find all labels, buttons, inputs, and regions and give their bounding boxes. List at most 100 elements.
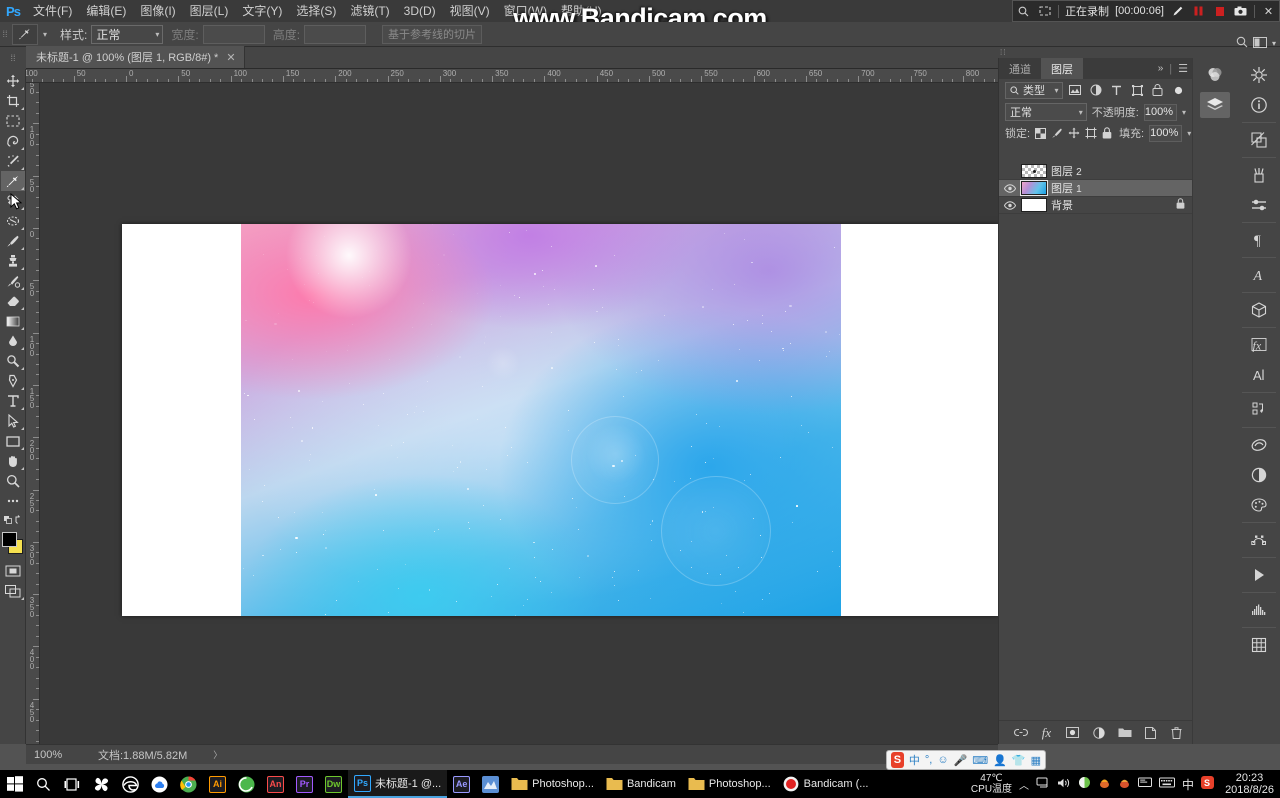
- eraser-tool[interactable]: [1, 291, 25, 311]
- close-icon[interactable]: ✕: [1261, 4, 1276, 19]
- swatches-palette-icon[interactable]: [1244, 492, 1274, 518]
- menu-help[interactable]: 帮助(H): [554, 0, 609, 22]
- search-icon[interactable]: [1236, 36, 1248, 51]
- keyboard-icon[interactable]: [1159, 777, 1176, 791]
- eyedropper-icon[interactable]: [12, 23, 38, 45]
- search-icon[interactable]: [1016, 4, 1031, 19]
- crop-tool[interactable]: [1, 91, 25, 111]
- patch-tool[interactable]: [1, 211, 25, 231]
- link-layers-icon[interactable]: [1012, 724, 1029, 741]
- foreground-color-swatch[interactable]: [1, 532, 17, 547]
- ime-chinese-icon[interactable]: 中: [1182, 776, 1194, 793]
- grid-panel-icon[interactable]: [1244, 632, 1274, 658]
- app-edge[interactable]: [116, 770, 145, 798]
- histogram-panel-icon[interactable]: [1244, 597, 1274, 623]
- layer-thumbnail[interactable]: [1021, 198, 1047, 212]
- app-dreamweaver[interactable]: Dw: [319, 770, 348, 798]
- close-icon[interactable]: ✕: [226, 51, 235, 64]
- more-tools-icon[interactable]: [1, 491, 25, 511]
- layer-row[interactable]: 图层 2: [999, 163, 1193, 180]
- layers-list[interactable]: 图层 2 图层 1 背景: [999, 163, 1193, 752]
- libraries-panel-icon[interactable]: [1244, 432, 1274, 458]
- record-icon[interactable]: [1212, 4, 1227, 19]
- thunder2-icon[interactable]: [1118, 776, 1131, 792]
- layers-panel-icon[interactable]: [1200, 92, 1230, 118]
- status-menu-arrow[interactable]: 〉: [187, 748, 222, 761]
- blur-tool[interactable]: [1, 331, 25, 351]
- smart-object-filter-icon[interactable]: [1150, 82, 1166, 99]
- type-tool[interactable]: [1, 391, 25, 411]
- chevron-down-icon[interactable]: ▾: [38, 24, 52, 45]
- pencil-icon[interactable]: [1170, 4, 1185, 19]
- screen-mode-icon[interactable]: [1, 581, 25, 601]
- timeline-play-icon[interactable]: [1244, 562, 1274, 588]
- region-select-icon[interactable]: [1037, 4, 1052, 19]
- height-input[interactable]: [304, 24, 367, 44]
- notes-panel-icon[interactable]: [1244, 397, 1274, 423]
- artboard[interactable]: [122, 224, 998, 616]
- document-tab[interactable]: 未标题-1 @ 100% (图层 1, RGB/8#) * ✕: [26, 46, 245, 68]
- path-selection-tool[interactable]: [1, 411, 25, 431]
- adjustment-filter-icon[interactable]: [1088, 82, 1104, 99]
- cpu-temp-widget[interactable]: 47℃ CPU温度: [971, 773, 1012, 795]
- lock-all-icon[interactable]: [1102, 125, 1112, 142]
- layer-mask-icon[interactable]: [1064, 724, 1081, 741]
- tab-channels[interactable]: 通道: [999, 58, 1041, 79]
- info-panel-icon[interactable]: [1244, 92, 1274, 118]
- fill-input[interactable]: 100%: [1149, 124, 1183, 142]
- 3d-panel-icon[interactable]: [1244, 297, 1274, 323]
- eye-visible-icon[interactable]: [1003, 198, 1017, 212]
- options-bar-grip[interactable]: ⁞⁞: [0, 22, 10, 47]
- skin-icon[interactable]: 👕: [1012, 754, 1026, 767]
- horizontal-ruler[interactable]: 1005005010015020025030035040045050055060…: [26, 69, 998, 83]
- menu-window[interactable]: 窗口(W): [497, 0, 554, 22]
- emoji-icon[interactable]: ☺: [937, 754, 948, 766]
- panel-overflow-icon[interactable]: »: [1158, 63, 1164, 74]
- app-photoshop[interactable]: Ps 未标题-1 @...: [348, 770, 448, 798]
- hand-tool[interactable]: [1, 451, 25, 471]
- zoom-tool[interactable]: [1, 471, 25, 491]
- new-group-icon[interactable]: [1116, 724, 1133, 741]
- menu-file[interactable]: 文件(F): [26, 0, 79, 22]
- layer-style-icon[interactable]: fx: [1038, 724, 1055, 741]
- apps-icon[interactable]: ▦: [1031, 754, 1041, 767]
- app-premiere[interactable]: Pr: [290, 770, 319, 798]
- paragraph-panel-icon[interactable]: ¶: [1244, 227, 1274, 253]
- chevron-up-icon[interactable]: ︿: [1019, 777, 1029, 792]
- user-icon[interactable]: 👤: [993, 754, 1007, 767]
- width-input[interactable]: [202, 24, 265, 44]
- brush-tool[interactable]: [1, 231, 25, 251]
- eye-visible-icon[interactable]: [1003, 181, 1017, 195]
- lock-artboard-icon[interactable]: [1085, 125, 1097, 142]
- dodge-tool[interactable]: [1, 351, 25, 371]
- chevron-down-icon[interactable]: ▾: [1272, 39, 1276, 48]
- eye-hidden-icon[interactable]: [1003, 164, 1017, 178]
- color-panel-icon[interactable]: [1200, 62, 1230, 88]
- layer-thumbnail[interactable]: [1021, 164, 1047, 178]
- tabstrip-grip[interactable]: ⁞⁞: [0, 47, 26, 69]
- arrange-documents-icon[interactable]: [1252, 36, 1267, 51]
- pen-tool[interactable]: [1, 371, 25, 391]
- menu-type[interactable]: 文字(Y): [235, 0, 289, 22]
- quick-mask-icon[interactable]: [1, 561, 25, 581]
- lock-transparency-icon[interactable]: [1035, 125, 1047, 142]
- layer-comps-icon[interactable]: [1244, 127, 1274, 153]
- style-select[interactable]: 正常 ▾: [91, 24, 164, 44]
- color-swatches[interactable]: [1, 531, 25, 557]
- adjustment-half-circle-icon[interactable]: [1244, 462, 1274, 488]
- adjustment-layer-icon[interactable]: [1090, 724, 1107, 741]
- layer-row[interactable]: 背景: [999, 197, 1193, 214]
- magic-wand-tool[interactable]: [1, 151, 25, 171]
- glyphs-panel-icon[interactable]: A: [1244, 362, 1274, 388]
- app-baidu[interactable]: [145, 770, 174, 798]
- task-view-button[interactable]: [58, 770, 87, 798]
- app-bluetool[interactable]: [476, 770, 505, 798]
- chevron-down-icon[interactable]: ▾: [1182, 108, 1186, 117]
- slice-from-guides-button[interactable]: 基于参考线的切片: [382, 24, 483, 44]
- thunder-icon[interactable]: [1098, 776, 1111, 792]
- clone-stamp-tool[interactable]: [1, 251, 25, 271]
- default-colors-swap[interactable]: [1, 511, 25, 527]
- marquee-tool[interactable]: [1, 111, 25, 131]
- zoom-level[interactable]: 100%: [26, 749, 82, 761]
- history-brush-tool[interactable]: [1, 271, 25, 291]
